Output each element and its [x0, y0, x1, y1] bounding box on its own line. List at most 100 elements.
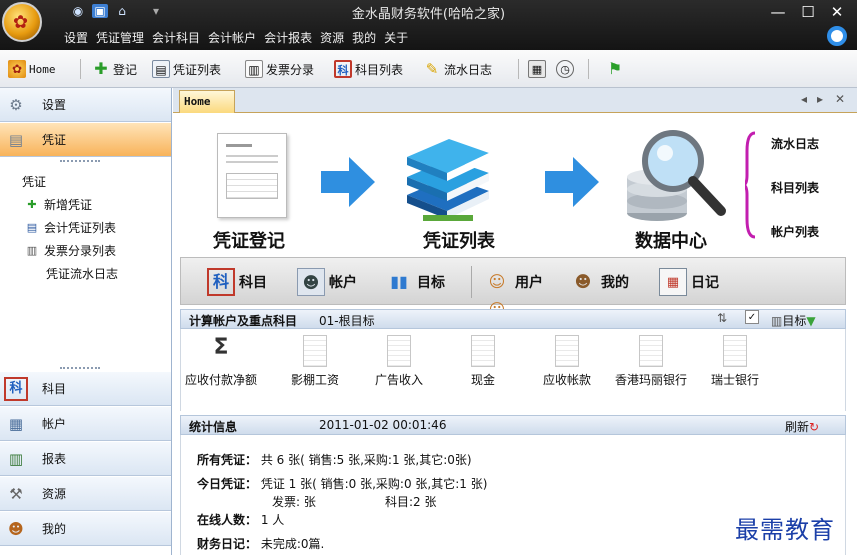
- gear-icon: ⚙: [9, 95, 23, 114]
- tab-strip: Home ◂ ▸ ✕: [173, 88, 857, 113]
- docs-icon: ▤: [152, 60, 170, 78]
- maximize-button[interactable]: ☐: [797, 2, 819, 22]
- clock-button[interactable]: ◷: [556, 58, 574, 80]
- account-item[interactable]: 瑞士银行: [693, 335, 777, 388]
- home-button[interactable]: ✿ Home: [8, 58, 56, 80]
- sigma-icon: Σ: [213, 335, 229, 360]
- close-button[interactable]: ✕: [826, 2, 848, 22]
- flow-step-data-center[interactable]: 数据中心: [635, 227, 707, 253]
- toolbar: ✿ Home ✚ 登记 ▤ 凭证列表 ▥ 发票分录 科 科目列表 ✎ 流水日志 …: [0, 50, 857, 88]
- tab-close-icon[interactable]: ✕: [835, 92, 845, 106]
- account-item[interactable]: 广告收入: [357, 335, 441, 388]
- sidebar-item-ledger[interactable]: ▦ 帐户: [0, 407, 171, 441]
- invoice-button[interactable]: ▥ 发票分录: [245, 58, 314, 80]
- stat-today-invoice: 发票: 张: [272, 495, 316, 509]
- menu-mine[interactable]: 我的: [348, 28, 380, 48]
- tools-icon: ⚒: [9, 484, 23, 503]
- watermark-text: 最需教育: [735, 516, 835, 544]
- tree-item-voucher-list[interactable]: ▤ 会计凭证列表: [0, 216, 171, 239]
- flow-step-register[interactable]: 凭证登记: [213, 227, 285, 253]
- account-item[interactable]: 影棚工资: [273, 335, 357, 388]
- database-search-icon[interactable]: [621, 127, 731, 227]
- bracket-decoration: [745, 131, 756, 239]
- quick-target-button[interactable]: ▮▮ 目标: [385, 267, 445, 297]
- invoice-icon: ▥: [245, 60, 263, 78]
- journal-button[interactable]: ✎ 流水日志: [423, 58, 492, 80]
- quick-diary-button[interactable]: ▦ 日记: [659, 267, 719, 297]
- calculator-button[interactable]: ▦: [528, 58, 546, 80]
- minimize-button[interactable]: —: [767, 2, 789, 22]
- help-icon[interactable]: [827, 26, 847, 46]
- tree-root[interactable]: 凭证: [0, 170, 171, 193]
- sort-icon[interactable]: ⇅: [717, 311, 727, 325]
- link-account-list[interactable]: 科目列表: [771, 179, 819, 196]
- quick-mine-button[interactable]: ☻ 我的: [569, 267, 629, 297]
- menu-bar: 设置 凭证管理 会计科目 会计帐户 会计报表 资源 我的 关于: [60, 28, 412, 48]
- book-icon: ▥: [771, 314, 783, 328]
- accounts-panel-header: 计算帐户及重点科目 01-根目标 ⇅ ✓ ▥目标▼: [180, 309, 846, 329]
- quick-accounts-button[interactable]: 科 科目: [207, 267, 267, 297]
- accounts-panel-title: 计算帐户及重点科目: [189, 314, 298, 328]
- ke-icon: 科: [207, 268, 235, 296]
- menu-about[interactable]: 关于: [380, 28, 412, 48]
- tab-home[interactable]: Home: [179, 90, 235, 113]
- tree-item-new-voucher[interactable]: ✚ 新增凭证: [0, 193, 171, 216]
- splitter-grip[interactable]: [60, 160, 100, 163]
- toolbar-separator: [80, 59, 81, 79]
- quick-users-button[interactable]: ☺☺ 用户: [483, 267, 543, 319]
- ke-icon: 科: [334, 60, 352, 78]
- home-logo-icon: ✿: [8, 60, 26, 78]
- menu-settings[interactable]: 设置: [60, 28, 92, 48]
- account-item[interactable]: Σ 应收付款净额: [179, 335, 263, 388]
- dropdown-triangle-icon: ▼: [806, 314, 816, 328]
- sidebar-item-settings[interactable]: ⚙ 设置: [0, 88, 171, 122]
- splitter-grip[interactable]: [60, 367, 100, 370]
- register-button[interactable]: ✚ 登记: [92, 58, 137, 80]
- account-item[interactable]: 应收帐款: [525, 335, 609, 388]
- tree-item-invoice-list[interactable]: ▥ 发票分录列表: [0, 239, 171, 262]
- users-icon: ☺☺: [488, 272, 506, 319]
- running-man-icon: ⚑: [607, 59, 623, 78]
- sidebar-item-resources[interactable]: ⚒ 资源: [0, 477, 171, 511]
- sidebar-item-mine[interactable]: ☻ 我的: [0, 512, 171, 546]
- report-icon: ▥: [8, 449, 24, 468]
- sidebar-item-reports[interactable]: ▥ 报表: [0, 442, 171, 476]
- accounts-panel-body: Σ 应收付款净额 影棚工资 广告收入 现金 应收帐款 香港玛丽银行 瑞士银行: [180, 329, 846, 411]
- document-icon: [639, 335, 663, 367]
- account-list-button[interactable]: 科 科目列表: [334, 58, 403, 80]
- notepad-icon: ✎: [425, 60, 439, 78]
- refresh-button[interactable]: 刷新↻: [785, 418, 819, 435]
- ke-icon: 科: [4, 376, 28, 401]
- link-ledger-list[interactable]: 帐户列表: [771, 223, 819, 240]
- target-selector[interactable]: ▥目标▼: [771, 312, 816, 329]
- clock-icon: ◷: [556, 60, 574, 78]
- document-icon: [555, 335, 579, 367]
- books-icon[interactable]: [401, 133, 493, 223]
- menu-accounts[interactable]: 会计科目: [148, 28, 204, 48]
- sidebar: ⚙ 设置 ▤ 凭证 凭证 ✚ 新增凭证 ▤ 会计凭证列表 ▥ 发票分录列表 凭证…: [0, 88, 172, 555]
- list-icon: ▤: [26, 220, 38, 234]
- link-journal[interactable]: 流水日志: [771, 135, 819, 152]
- exit-button[interactable]: ⚑: [606, 58, 624, 80]
- invoice-document-icon[interactable]: [217, 133, 287, 218]
- flow-step-voucher-list[interactable]: 凭证列表: [423, 227, 495, 253]
- tab-next-icon[interactable]: ▸: [817, 92, 823, 106]
- sidebar-item-voucher[interactable]: ▤ 凭证: [0, 123, 171, 157]
- window-title: 金水晶财务软件(哈哈之家): [351, 7, 506, 22]
- flow-arrow-icon: [321, 157, 375, 207]
- menu-ledger[interactable]: 会计帐户: [204, 28, 260, 48]
- tab-prev-icon[interactable]: ◂: [801, 92, 807, 106]
- checkbox-icon[interactable]: ✓: [745, 310, 759, 324]
- tree-item-voucher-journal[interactable]: 凭证流水日志: [0, 262, 171, 285]
- account-item[interactable]: 现金: [441, 335, 525, 388]
- document-icon: [723, 335, 747, 367]
- stat-diary: 财务日记： 未完成:0篇.: [197, 537, 325, 551]
- menu-reports[interactable]: 会计报表: [260, 28, 316, 48]
- voucher-list-button[interactable]: ▤ 凭证列表: [152, 58, 221, 80]
- menu-resources[interactable]: 资源: [316, 28, 348, 48]
- account-item[interactable]: 香港玛丽银行: [603, 335, 699, 388]
- sidebar-item-accounts[interactable]: 科 科目: [0, 372, 171, 406]
- user-icon: ☻: [8, 519, 24, 538]
- menu-voucher[interactable]: 凭证管理: [92, 28, 148, 48]
- quick-ledger-button[interactable]: ☻ 帐户: [297, 267, 357, 297]
